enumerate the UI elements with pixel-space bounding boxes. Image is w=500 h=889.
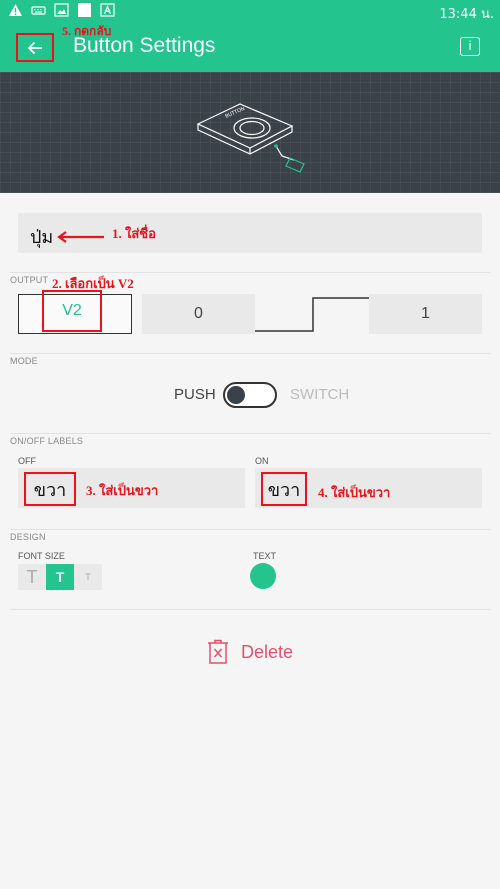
annotation-back: 5. กดกลับ <box>62 24 112 38</box>
blank-square-icon <box>78 3 91 17</box>
off-label-caption: OFF <box>18 456 36 466</box>
font-size-small[interactable]: T <box>74 564 102 590</box>
delete-label: Delete <box>241 642 294 662</box>
off-label-value[interactable]: ขวา <box>24 472 76 506</box>
divider <box>10 529 490 530</box>
annotation-name: 1. ใส่ชื่อ <box>112 226 156 241</box>
back-button[interactable] <box>16 33 54 62</box>
divider <box>10 433 490 434</box>
font-size-medium[interactable]: T <box>46 564 74 590</box>
annotation-off: 3. ใส่เป็นขวา <box>86 483 159 498</box>
high-value-input[interactable]: 1 <box>369 294 482 334</box>
font-size-label: FONT SIZE <box>18 551 65 561</box>
name-input-value: ปุ่ม <box>30 227 54 248</box>
app-a-icon <box>100 3 115 17</box>
text-color-picker[interactable] <box>250 563 276 589</box>
delete-button[interactable]: Delete <box>0 639 500 669</box>
status-bar: 13:44 น. <box>0 0 500 22</box>
image-icon <box>54 3 69 17</box>
trash-icon <box>208 639 228 664</box>
labels-section-label: ON/OFF LABELS <box>10 436 84 446</box>
font-size-selector: T T T <box>18 564 102 590</box>
on-label-value[interactable]: ขวา <box>261 472 307 506</box>
clock: 13:44 น. <box>439 7 494 22</box>
low-value-input[interactable]: 0 <box>142 294 255 334</box>
on-label-caption: ON <box>255 456 269 466</box>
divider <box>10 353 490 354</box>
arrow-left-icon <box>27 41 42 54</box>
settings-content: ปุ่ม 1. ใส่ชื่อ OUTPUT 2. เลือกเป็น V2 V… <box>0 193 500 889</box>
warning-icon <box>9 4 22 16</box>
device-label: BUTTON <box>224 106 246 120</box>
divider <box>10 609 490 610</box>
mode-switch-label[interactable]: SWITCH <box>290 386 349 403</box>
toggle-knob <box>227 386 245 404</box>
status-icons <box>8 3 115 17</box>
mode-push-label[interactable]: PUSH <box>174 386 216 403</box>
annotation-arrow-icon <box>57 231 104 243</box>
keyboard-icon <box>31 6 46 15</box>
mode-section-label: MODE <box>10 356 38 366</box>
font-size-large[interactable]: T <box>18 564 46 590</box>
annotation-on: 4. ใส่เป็นขวา <box>318 485 391 500</box>
info-button[interactable]: i <box>460 37 480 56</box>
mode-toggle[interactable] <box>223 382 277 408</box>
widget-preview: BUTTON <box>0 72 500 193</box>
text-color-label: TEXT <box>253 551 277 561</box>
mode-toggle-row: PUSH SWITCH <box>0 380 500 410</box>
button-widget-illustration: BUTTON <box>196 103 305 173</box>
step-signal-icon <box>255 297 369 332</box>
output-section-label: OUTPUT <box>10 275 49 285</box>
pin-value[interactable]: V2 <box>42 290 102 332</box>
design-section-label: DESIGN <box>10 532 46 542</box>
